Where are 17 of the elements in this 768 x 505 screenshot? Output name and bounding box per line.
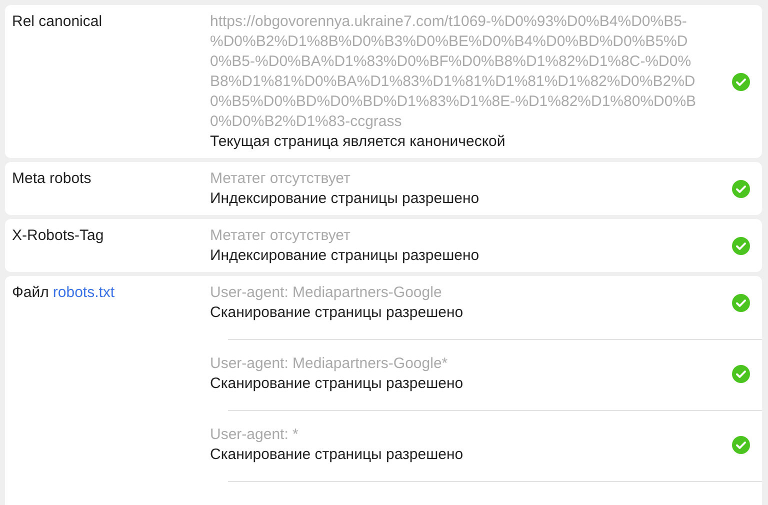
detail-text: https://obgovorennya.ukraine7.com/t1069-%D0%93%D0%B4%D0%B5-%D0%B2%D1%8B%D0%B3%D0%BE%D0%B4%D0%BD%D0%B5%D0%B5-%D0%BA%D1%83%D0%BF%D0%B8%D1%82%D1%8C-%D0%B8%D1%81%D0%BA%D1%83%D1%81%D1%81%D1%82%D0%B2%D0%B5%D0%BD%D0%BD%D1%83%D1%8E-%D1%82%D1%80%D0%B0%D0%B2%D1%83-ccgrass [210, 12, 698, 132]
result-text: Индексирование страницы разрешено [210, 246, 480, 266]
detail-text: Метатег отсутствует [210, 226, 352, 246]
detail-text: User-agent: * [210, 425, 300, 445]
section-label: X-Robots-Tag [12, 226, 104, 246]
detail-text: User-agent: Mediapartners-Google* [210, 354, 449, 374]
result-text: Сканирование страницы разрешено [210, 445, 464, 465]
robots-link[interactable]: robots.txt [52, 283, 115, 303]
section-label: Meta robots [12, 169, 92, 189]
result-text: Сканирование страницы разрешено [210, 303, 464, 323]
section-label: Файл [12, 283, 49, 303]
detail-text: User-agent: Mediapartners-Google [210, 283, 443, 303]
section-label: Rel canonical [12, 12, 102, 32]
result-text: Текущая страница является канонической [210, 132, 506, 152]
result-text: Сканирование страницы разрешено [210, 374, 464, 394]
detail-text: Метатег отсутствует [210, 169, 352, 189]
result-text: Индексирование страницы разрешено [210, 189, 480, 209]
